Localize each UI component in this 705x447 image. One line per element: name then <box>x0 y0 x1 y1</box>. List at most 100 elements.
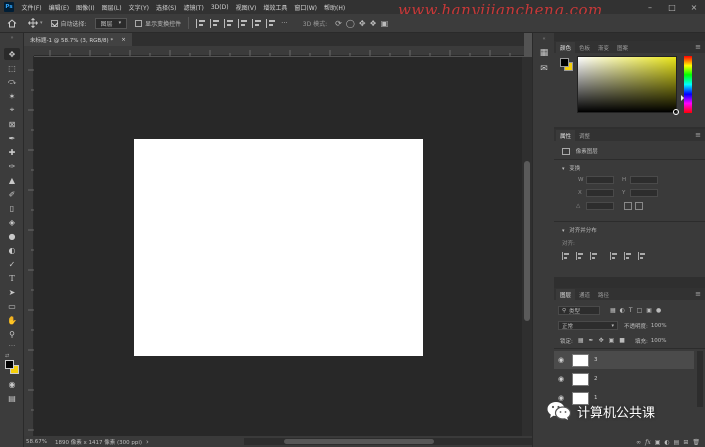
link-layers-icon[interactable]: ∞ <box>636 439 641 446</box>
history-brush-tool-icon[interactable]: ✐ <box>4 188 20 200</box>
layer-row[interactable]: ◉ 2 <box>554 370 694 388</box>
lasso-tool-icon[interactable]: ⤼ <box>4 76 20 88</box>
new-group-icon[interactable]: ▤ <box>674 439 680 446</box>
align-top-icon[interactable] <box>238 18 248 28</box>
menu-file[interactable]: 文件(F) <box>18 3 45 12</box>
align-horizontal-centers-icon[interactable] <box>576 252 584 260</box>
frame-tool-icon[interactable]: ⊠ <box>4 118 20 130</box>
ruler-origin[interactable] <box>24 46 34 56</box>
opacity-value[interactable]: 100% <box>651 323 667 329</box>
crop-tool-icon[interactable]: ⌖ <box>4 104 20 116</box>
menu-edit[interactable]: 编辑(E) <box>45 3 72 12</box>
path-select-tool-icon[interactable]: ➤ <box>4 286 20 298</box>
adjustment-layer-icon[interactable]: ◐ <box>664 439 669 446</box>
y-input[interactable] <box>630 189 658 197</box>
tab-gradients[interactable]: 渐变 <box>594 42 613 53</box>
panel-menu-icon[interactable]: ≡ <box>695 43 701 51</box>
align-vertical-centers-icon[interactable] <box>624 252 632 260</box>
tab-adjustments[interactable]: 调整 <box>575 130 594 141</box>
menu-view[interactable]: 视图(V) <box>232 3 260 12</box>
pen-tool-icon[interactable]: ✓ <box>4 258 20 270</box>
panel-menu-icon[interactable]: ≡ <box>695 131 701 139</box>
move-tool-icon[interactable]: ✥ <box>4 48 20 60</box>
tab-color[interactable]: 颜色 <box>556 42 576 53</box>
x-input[interactable] <box>586 189 614 197</box>
comments-panel-icon[interactable]: ✉ <box>538 63 550 75</box>
hand-tool-icon[interactable]: ✋ <box>4 314 20 326</box>
align-section-header[interactable]: ▾ 对齐并分布 <box>562 226 597 234</box>
quick-mask-icon[interactable]: ◉ <box>4 378 20 390</box>
filter-pixel-icon[interactable]: ▦ <box>610 307 616 314</box>
3d-orbit-icon[interactable]: ⟳ <box>335 19 342 28</box>
lock-artboard-icon[interactable]: ▣ <box>609 337 615 344</box>
layers-scrollbar[interactable] <box>697 351 703 407</box>
auto-select-dropdown[interactable]: 图层 ▾ <box>91 14 132 33</box>
align-center-icon[interactable] <box>210 18 220 28</box>
menu-type[interactable]: 文字(Y) <box>125 3 152 12</box>
maximize-icon[interactable]: □ <box>661 0 683 14</box>
eye-icon[interactable]: ◉ <box>554 356 568 364</box>
expand-panels-icon[interactable]: « <box>538 36 550 42</box>
align-bottom-icon[interactable] <box>266 18 276 28</box>
zoom-level[interactable]: 58.67% <box>26 439 47 445</box>
foreground-color-swatch[interactable] <box>5 360 14 369</box>
eye-icon[interactable]: ◉ <box>554 375 568 383</box>
panel-menu-icon[interactable]: ≡ <box>695 290 701 298</box>
tab-patterns[interactable]: 图案 <box>613 42 632 53</box>
align-right-icon[interactable] <box>224 18 234 28</box>
eraser-tool-icon[interactable]: ▯ <box>4 202 20 214</box>
close-window-icon[interactable]: × <box>683 0 705 14</box>
angle-input[interactable] <box>586 202 614 210</box>
layer-row[interactable]: ◉ 3 <box>554 351 694 369</box>
status-menu-icon[interactable]: › <box>146 438 149 446</box>
tab-properties[interactable]: 属性 <box>556 130 576 141</box>
filter-adjustment-icon[interactable]: ◐ <box>620 307 625 314</box>
filter-shape-icon[interactable]: □ <box>637 307 643 314</box>
show-transform-checkbox[interactable]: 显示变换控件 <box>131 14 185 33</box>
tab-layers[interactable]: 图层 <box>556 289 576 300</box>
horizontal-scroll-thumb[interactable] <box>284 439 434 444</box>
auto-select-checkbox[interactable]: 自动选择: <box>47 14 91 33</box>
paint-bucket-tool-icon[interactable]: ◈ <box>4 216 20 228</box>
width-input[interactable] <box>586 176 614 184</box>
minimize-icon[interactable]: – <box>639 0 661 14</box>
collapse-icon[interactable]: » <box>4 35 20 41</box>
flip-horizontal-icon[interactable] <box>624 202 632 210</box>
eyedropper-tool-icon[interactable]: ✒ <box>4 132 20 144</box>
tab-channels[interactable]: 通道 <box>575 289 594 300</box>
ruler-vertical[interactable] <box>24 56 34 436</box>
horizontal-scrollbar[interactable] <box>244 438 532 445</box>
filter-toggle-icon[interactable]: ● <box>656 307 661 314</box>
menu-layer[interactable]: 图层(L) <box>98 3 125 12</box>
close-tab-icon[interactable]: × <box>121 37 126 43</box>
delete-layer-icon[interactable]: 🗑︎ <box>692 439 700 446</box>
screen-mode-icon[interactable]: ▤ <box>4 392 20 404</box>
document-tab[interactable]: 未标题-1 @ 58.7% (3, RGB/8) * × <box>24 33 132 46</box>
edit-toolbar-icon[interactable]: ··· <box>4 340 20 352</box>
vertical-scrollbar[interactable] <box>522 57 532 436</box>
clone-stamp-tool-icon[interactable]: ▲ <box>4 174 20 186</box>
menu-image[interactable]: 图像(I) <box>73 3 98 12</box>
flip-vertical-icon[interactable] <box>635 202 643 210</box>
blur-tool-icon[interactable]: ● <box>4 230 20 242</box>
more-options-icon[interactable]: ··· <box>281 19 288 27</box>
move-tool-icon[interactable]: ▾ <box>24 14 47 33</box>
menu-plugins[interactable]: 增效工具 <box>260 3 291 12</box>
layer-filter-dropdown[interactable]: ⚲ 类型 <box>558 306 600 315</box>
marquee-tool-icon[interactable]: ⬚ <box>4 62 20 74</box>
3d-scale-icon[interactable]: ▣ <box>381 19 389 28</box>
rectangle-tool-icon[interactable]: ▭ <box>4 300 20 312</box>
3d-roll-icon[interactable]: ◯ <box>346 19 355 28</box>
healing-brush-tool-icon[interactable]: ✚ <box>4 146 20 158</box>
lock-all-icon[interactable]: ■ <box>619 337 625 344</box>
align-left-edges-icon[interactable] <box>562 252 570 260</box>
home-icon[interactable] <box>0 14 24 33</box>
3d-slide-icon[interactable]: ❖ <box>370 19 377 28</box>
lock-transparent-icon[interactable]: ▦ <box>578 337 584 344</box>
lock-image-icon[interactable]: ✒ <box>589 337 594 344</box>
ruler-horizontal[interactable] <box>34 46 524 56</box>
menu-select[interactable]: 选择(S) <box>152 3 180 12</box>
brush-tool-icon[interactable]: ✑ <box>4 160 20 172</box>
tab-paths[interactable]: 路径 <box>594 289 613 300</box>
menu-filter[interactable]: 滤镜(T) <box>180 3 207 12</box>
